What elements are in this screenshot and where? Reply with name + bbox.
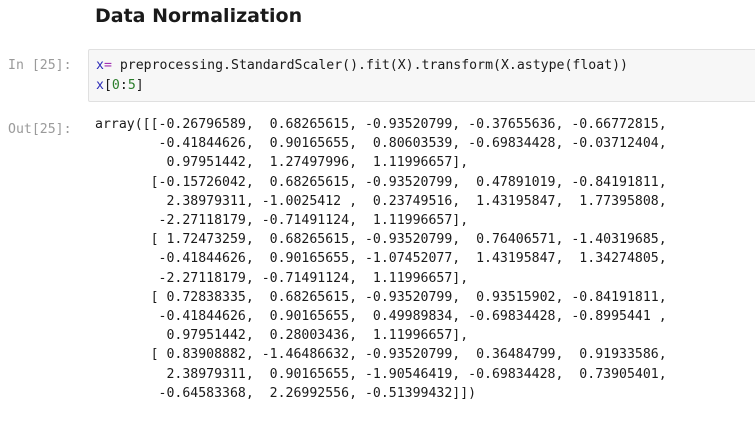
output-line: -2.27118179, -0.71491124, 1.11996657],: [95, 270, 469, 286]
code-token: 0: [111, 78, 120, 93]
output-line: -0.41844626, 0.90165655, -1.07452077, 1.…: [95, 251, 667, 267]
output-line: -0.64583368, 2.26992556, -0.51399432]]): [95, 385, 477, 401]
output-line: [ 1.72473259, 0.68265615, -0.93520799, 0…: [95, 232, 667, 248]
code-token: preprocessing.StandardScaler().fit(X).tr…: [111, 58, 628, 73]
code-line-1: x= preprocessing.StandardScaler().fit(X)…: [96, 58, 628, 73]
output-line: -2.27118179, -0.71491124, 1.11996657],: [95, 213, 469, 229]
code-token: [: [103, 78, 112, 93]
output-line: [ 0.72838335, 0.68265615, -0.93520799, 0…: [95, 289, 667, 305]
code-token: 5: [127, 78, 136, 93]
code-token: :: [119, 78, 128, 93]
code-token: ]: [135, 78, 144, 93]
output-line: [ 0.83908882, -1.46486632, -0.93520799, …: [95, 347, 667, 363]
code-editor[interactable]: x= preprocessing.StandardScaler().fit(X)…: [96, 56, 628, 96]
output-line: 2.38979311, 0.90165655, -1.90546419, -0.…: [95, 366, 667, 382]
input-prompt: In [25]:: [8, 58, 72, 73]
markdown-heading: Data Normalization: [95, 5, 303, 27]
code-line-2: x[0:5]: [96, 78, 144, 93]
code-token: x: [96, 58, 104, 73]
output-line: -0.41844626, 0.90165655, 0.80603539, -0.…: [95, 136, 667, 152]
output-line: 0.97951442, 1.27497996, 1.11996657],: [95, 155, 469, 171]
code-token: x: [96, 78, 104, 93]
code-input-area[interactable]: x= preprocessing.StandardScaler().fit(X)…: [88, 49, 755, 102]
output-line: 2.38979311, -1.0025412 , 0.23749516, 1.4…: [95, 193, 667, 209]
output-line: [-0.15726042, 0.68265615, -0.93520799, 0…: [95, 174, 667, 190]
output-line: array([[-0.26796589, 0.68265615, -0.9352…: [95, 117, 667, 132]
output-area: array([[-0.26796589, 0.68265615, -0.9352…: [95, 115, 667, 403]
output-prompt: Out[25]:: [8, 122, 72, 137]
output-line: 0.97951442, 0.28003436, 1.11996657],: [95, 328, 469, 344]
code-token: =: [103, 58, 112, 73]
output-line: -0.41844626, 0.90165655, 0.49989834, -0.…: [95, 309, 667, 325]
